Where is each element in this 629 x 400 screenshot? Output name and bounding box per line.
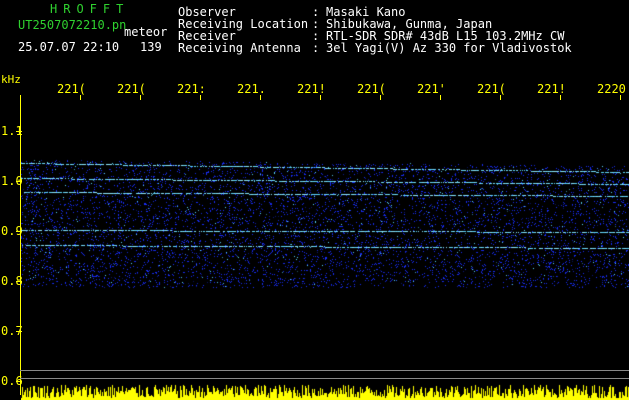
x-tick-label: 221' <box>417 82 446 96</box>
x-tick-label: 221! <box>537 82 566 96</box>
y-axis-unit: kHz <box>1 73 21 86</box>
antenna-value: 3el Yagi(V) Az 330 for Vladivostok <box>326 41 572 55</box>
antenna-label: Receiving Antenna <box>178 41 301 55</box>
x-tick-label: 221( <box>57 82 86 96</box>
x-tick-label: 221( <box>117 82 146 96</box>
colon: : <box>312 41 320 55</box>
x-tick-label: 221( <box>477 82 506 96</box>
x-tick-label: 221: <box>177 82 206 96</box>
x-tick-label: 221! <box>297 82 326 96</box>
x-tick-label: 221. <box>237 82 266 96</box>
date-time: 25.07.07 22:10 <box>18 40 120 54</box>
baseline-line <box>20 378 629 379</box>
x-tick-label: 221( <box>357 82 386 96</box>
file-name: UT2507072210.pn <box>18 18 127 32</box>
spectrogram <box>21 100 629 400</box>
meteor-count: 139 <box>140 40 162 54</box>
baseline-line <box>20 370 629 371</box>
app-brand: HROFFT <box>50 2 130 16</box>
x-tick-label: 2220 <box>597 82 626 96</box>
file-suffix: meteor <box>124 25 168 39</box>
